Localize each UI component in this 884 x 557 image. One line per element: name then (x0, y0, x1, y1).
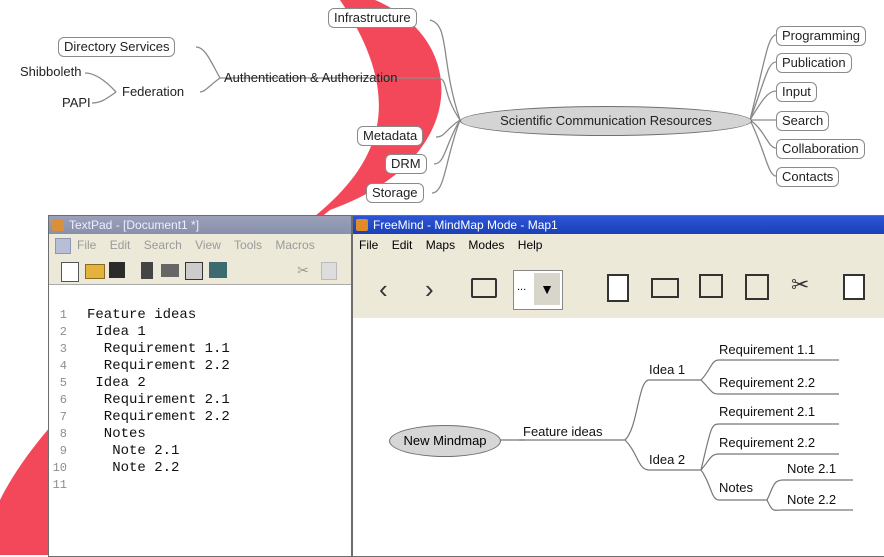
save-icon[interactable] (699, 274, 723, 298)
node-drm[interactable]: DRM (385, 154, 427, 174)
open-folder-icon[interactable] (85, 264, 105, 279)
freemind-app-icon (356, 219, 368, 231)
node-storage[interactable]: Storage (366, 183, 424, 203)
node-shibboleth[interactable]: Shibboleth (20, 64, 81, 80)
node-federation[interactable]: Federation (122, 84, 184, 100)
menu-file[interactable]: File (77, 238, 96, 252)
menu-maps[interactable]: Maps (426, 238, 455, 252)
textpad-app-icon (52, 219, 64, 231)
freemind-title: FreeMind - MindMap Mode - Map1 (373, 218, 558, 232)
textpad-toolbar: ✂ (49, 256, 351, 285)
menu-help[interactable]: Help (518, 238, 543, 252)
menu-macros[interactable]: Macros (275, 238, 314, 252)
copy-icon[interactable] (321, 262, 337, 280)
node-collaboration[interactable]: Collaboration (776, 139, 865, 159)
print-preview-icon[interactable] (185, 262, 203, 280)
save-icon[interactable] (109, 262, 125, 278)
node-papi[interactable]: PAPI (62, 95, 91, 111)
open-folder-icon[interactable] (651, 278, 679, 298)
print-icon[interactable] (161, 264, 179, 277)
node-search[interactable]: Search (776, 111, 830, 131)
new-map-icon[interactable] (607, 274, 629, 302)
node-requirement-2-1[interactable]: Requirement 2.1 (719, 404, 815, 419)
spell-icon[interactable] (209, 262, 227, 278)
save-as-icon[interactable] (745, 274, 769, 300)
textpad-title: TextPad - [Document1 *] (69, 218, 200, 232)
print-icon[interactable] (471, 278, 497, 298)
cut-icon[interactable]: ✂ (297, 262, 309, 278)
menu-edit[interactable]: Edit (110, 238, 131, 252)
node-requirement-1-1[interactable]: Requirement 1.1 (719, 342, 815, 357)
menu-view[interactable]: View (195, 238, 221, 252)
copy-icon[interactable] (843, 274, 865, 300)
node-infrastructure[interactable]: Infrastructure (328, 8, 417, 28)
zoom-select[interactable]: ... ▼ (513, 270, 563, 310)
node-note-2-2[interactable]: Note 2.2 (787, 492, 836, 507)
document-icon[interactable] (55, 238, 71, 254)
menu-modes[interactable]: Modes (468, 238, 504, 252)
node-metadata[interactable]: Metadata (357, 126, 424, 146)
menu-edit[interactable]: Edit (392, 238, 413, 252)
text-editor[interactable]: 1 Feature ideas 2 Idea 1 3 Requirement 1.… (49, 286, 351, 556)
page-icon[interactable] (141, 262, 153, 279)
back-icon[interactable]: ‹ (379, 274, 388, 305)
node-idea-2[interactable]: Idea 2 (649, 452, 685, 467)
menu-tools[interactable]: Tools (234, 238, 262, 252)
node-contacts[interactable]: Contacts (776, 167, 840, 187)
node-idea-1[interactable]: Idea 1 (649, 362, 685, 377)
menu-search[interactable]: Search (144, 238, 182, 252)
node-programming[interactable]: Programming (776, 26, 867, 46)
textpad-menubar: File Edit Search View Tools Macros (49, 234, 351, 256)
freemind-titlebar[interactable]: FreeMind - MindMap Mode - Map1 (353, 216, 884, 234)
textpad-titlebar[interactable]: TextPad - [Document1 *] (49, 216, 351, 234)
node-input[interactable]: Input (776, 82, 817, 102)
node-requirement-2-2-b[interactable]: Requirement 2.2 (719, 435, 815, 450)
node-auth[interactable]: Authentication & Authorization (224, 70, 397, 86)
node-notes[interactable]: Notes (719, 480, 753, 495)
menu-file[interactable]: File (359, 238, 378, 252)
node-note-2-1[interactable]: Note 2.1 (787, 461, 836, 476)
textpad-window: TextPad - [Document1 *] File Edit Search… (48, 215, 352, 557)
node-new-mindmap[interactable]: New Mindmap (389, 425, 501, 457)
chevron-down-icon[interactable]: ▼ (534, 273, 560, 305)
forward-icon[interactable]: › (425, 274, 434, 305)
cut-icon[interactable]: ✂ (791, 272, 809, 298)
node-directory-services[interactable]: Directory Services (58, 37, 176, 57)
node-feature-ideas[interactable]: Feature ideas (523, 424, 603, 439)
node-publication[interactable]: Publication (776, 53, 852, 73)
freemind-window: FreeMind - MindMap Mode - Map1 File Edit… (352, 215, 884, 557)
freemind-menubar: File Edit Maps Modes Help (353, 234, 884, 256)
mindmap-canvas[interactable]: New Mindmap Feature ideas Idea 1 Require… (353, 318, 884, 556)
node-requirement-2-2-a[interactable]: Requirement 2.2 (719, 375, 815, 390)
new-file-icon[interactable] (61, 262, 79, 282)
root-node[interactable]: Scientific Communication Resources (460, 106, 752, 136)
